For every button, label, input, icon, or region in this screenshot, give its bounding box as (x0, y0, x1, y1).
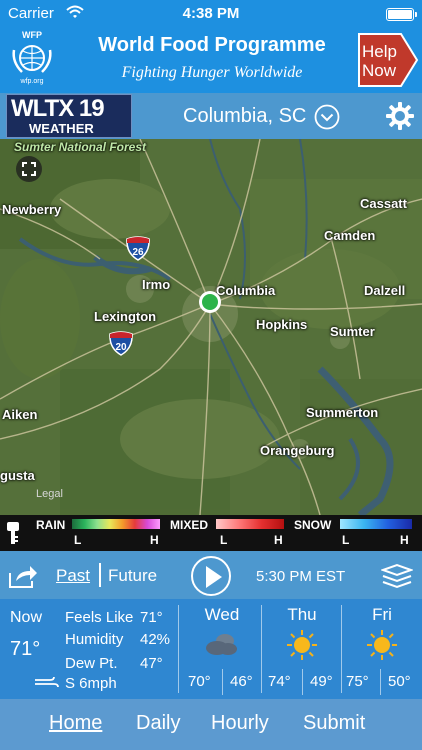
forecast-day-fri[interactable]: Fri 75° 50° (342, 599, 422, 699)
now-label: Now (10, 609, 43, 626)
radar-time: 5:30 PM EST (256, 568, 346, 585)
humidity-label: Humidity (65, 631, 124, 648)
share-icon[interactable] (8, 563, 38, 589)
feels-like-value: 71° (140, 609, 163, 626)
map-label-newberry: Newberry (2, 202, 62, 217)
map-label-sumter: Sumter (330, 324, 375, 339)
ad-title: World Food Programme (98, 34, 326, 56)
legend-mixed: MIXED L H (170, 518, 284, 547)
forecast-day-name: Wed (204, 605, 240, 624)
map-label-camden: Camden (324, 228, 376, 243)
sun-icon (367, 630, 397, 660)
map-label-summerton: Summerton (306, 405, 379, 420)
map-label-orangeburg: Orangeburg (260, 443, 335, 458)
map-label-columbia: Columbia (216, 283, 276, 298)
forecast-high: 74° (268, 673, 291, 690)
hi-lo-divider (302, 669, 303, 695)
interstate-26-shield: 26 (125, 235, 151, 261)
map-label-augusta: gusta (0, 468, 35, 483)
wind-value: S 6mph (65, 675, 117, 692)
nav-home[interactable]: Home (49, 712, 102, 735)
dew-point-value: 47° (140, 655, 163, 672)
map-label-aiken: Aiken (2, 407, 38, 422)
feels-like-label: Feels Like (65, 609, 134, 626)
gear-icon[interactable] (385, 101, 415, 131)
rain-scale-bar (72, 519, 160, 529)
wfp-emblem-icon (12, 45, 52, 73)
legend-snow: SNOW L H (294, 517, 420, 549)
nav-submit[interactable]: Submit (303, 712, 365, 735)
humidity-value: 42% (140, 631, 171, 648)
forecast-day-name: Fri (372, 605, 392, 624)
forecast-low: 50° (388, 673, 411, 690)
legend-rain: RAIN L H (36, 518, 160, 547)
nav-hourly[interactable]: Hourly (211, 712, 269, 735)
chevron-down-icon[interactable] (314, 104, 340, 130)
forecast-day-thu[interactable]: Thu 74° 49° (262, 599, 342, 699)
wind-icon (35, 676, 59, 688)
map-label-cassatt: Cassatt (360, 196, 407, 211)
ad-banner[interactable]: WFP wfp.org World Food Programme Fightin… (0, 28, 422, 93)
map-label-irmo: Irmo (142, 277, 171, 292)
key-icon (7, 522, 19, 544)
layers-icon[interactable] (381, 563, 413, 589)
radar-legend: RAIN L H MIXED L H SNOW L H (0, 515, 422, 551)
forecast-low: 49° (310, 673, 333, 690)
map-legal-link[interactable]: Legal (36, 488, 63, 500)
partly-cloudy-icon (206, 634, 237, 655)
nav-daily[interactable]: Daily (136, 712, 180, 735)
current-temperature: 71° (10, 638, 41, 660)
current-location-marker[interactable] (199, 291, 221, 313)
forecast-high: 75° (346, 673, 369, 690)
station-logo: WLTX 19 WEATHER (6, 94, 132, 138)
tab-past[interactable]: Past (56, 566, 90, 586)
dew-point-label: Dew Pt. (65, 655, 118, 672)
map-label-lexington: Lexington (94, 309, 157, 324)
status-time: 4:38 PM (182, 5, 240, 22)
map-label-hopkins: Hopkins (256, 317, 308, 332)
help-now-button[interactable]: Help Now (357, 32, 419, 88)
map-label-dalzell: Dalzell (364, 283, 406, 298)
forecast-day-wed[interactable]: Wed 70° 46° (182, 599, 262, 699)
forecast-high: 70° (188, 673, 211, 690)
svg-text:26: 26 (132, 247, 144, 258)
ad-subtitle: Fighting Hunger Worldwide (121, 64, 303, 81)
location-name[interactable]: Columbia, SC (183, 105, 306, 128)
timeline-bar: Past Future 5:30 PM EST (0, 551, 422, 599)
wfp-logo: WFP wfp.org (4, 30, 60, 90)
top-bar: WLTX 19 WEATHER Columbia, SC (0, 93, 422, 139)
current-conditions-panel[interactable]: Now 71° Feels Like 71° Humidity 42% Dew … (0, 599, 422, 699)
snow-scale-bar (340, 519, 412, 529)
mixed-scale-bar (216, 519, 284, 529)
status-bar: Carrier 4:38 PM (0, 0, 422, 28)
tab-future[interactable]: Future (108, 566, 157, 586)
radar-map[interactable]: Sumter National Forest Newberry Cassatt … (0, 139, 422, 515)
map-label-forest: Sumter National Forest (14, 140, 147, 154)
svg-text:20: 20 (115, 342, 127, 353)
sun-icon (287, 630, 317, 660)
hi-lo-divider (222, 669, 223, 695)
bottom-nav: Home Daily Hourly Submit (0, 699, 422, 750)
conditions-divider (178, 605, 179, 693)
help-now-label: Help Now (362, 42, 397, 80)
station-name: WLTX 19 (11, 95, 105, 122)
tab-divider (99, 563, 101, 587)
battery-icon (386, 8, 417, 21)
interstate-20-shield: 20 (108, 330, 134, 356)
hi-lo-divider (380, 669, 381, 695)
expand-icon[interactable] (16, 156, 42, 182)
station-sub: WEATHER (29, 121, 94, 136)
forecast-low: 46° (230, 673, 253, 690)
forecast-day-name: Thu (287, 605, 317, 624)
play-button[interactable] (191, 556, 231, 596)
